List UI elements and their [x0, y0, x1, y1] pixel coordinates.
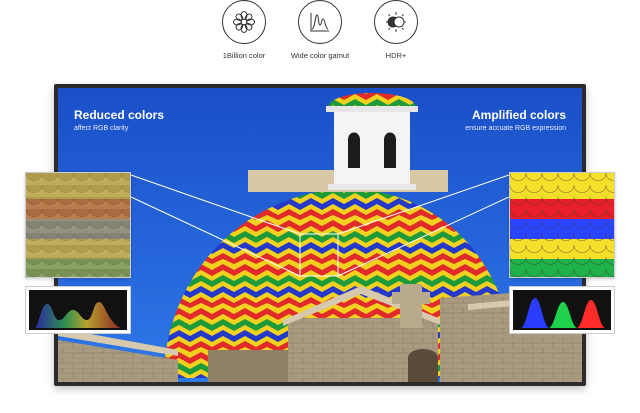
feature-wide-color-gamut: Wide color gamut [280, 0, 360, 60]
flower-icon [222, 0, 266, 44]
feature-label: HDR+ [385, 51, 407, 60]
left-zoom-swatch [25, 172, 131, 278]
right-panel-title: Amplified colors [471, 108, 566, 122]
right-panel-subtitle: ensure accuate RGB expression [465, 125, 566, 132]
right-color-spectrum [509, 286, 615, 334]
hdr-icon [374, 0, 418, 44]
left-panel-title: Reduced colors [74, 108, 165, 122]
feature-label: Wide color gamut [290, 51, 350, 60]
left-color-spectrum [25, 286, 131, 334]
right-zoom-swatch [509, 172, 615, 278]
dome-photo [58, 88, 582, 382]
gamut-graph-icon [298, 0, 342, 44]
feature-hdr-plus: HDR+ [356, 0, 436, 60]
feature-label: 1Billion color [222, 51, 266, 60]
left-panel-subtitle: affect RGB clarity [74, 125, 129, 132]
feature-billion-color: 1Billion color [204, 0, 284, 60]
tv-screen: Reduced colors affect RGB clarity Amplif… [58, 88, 582, 382]
